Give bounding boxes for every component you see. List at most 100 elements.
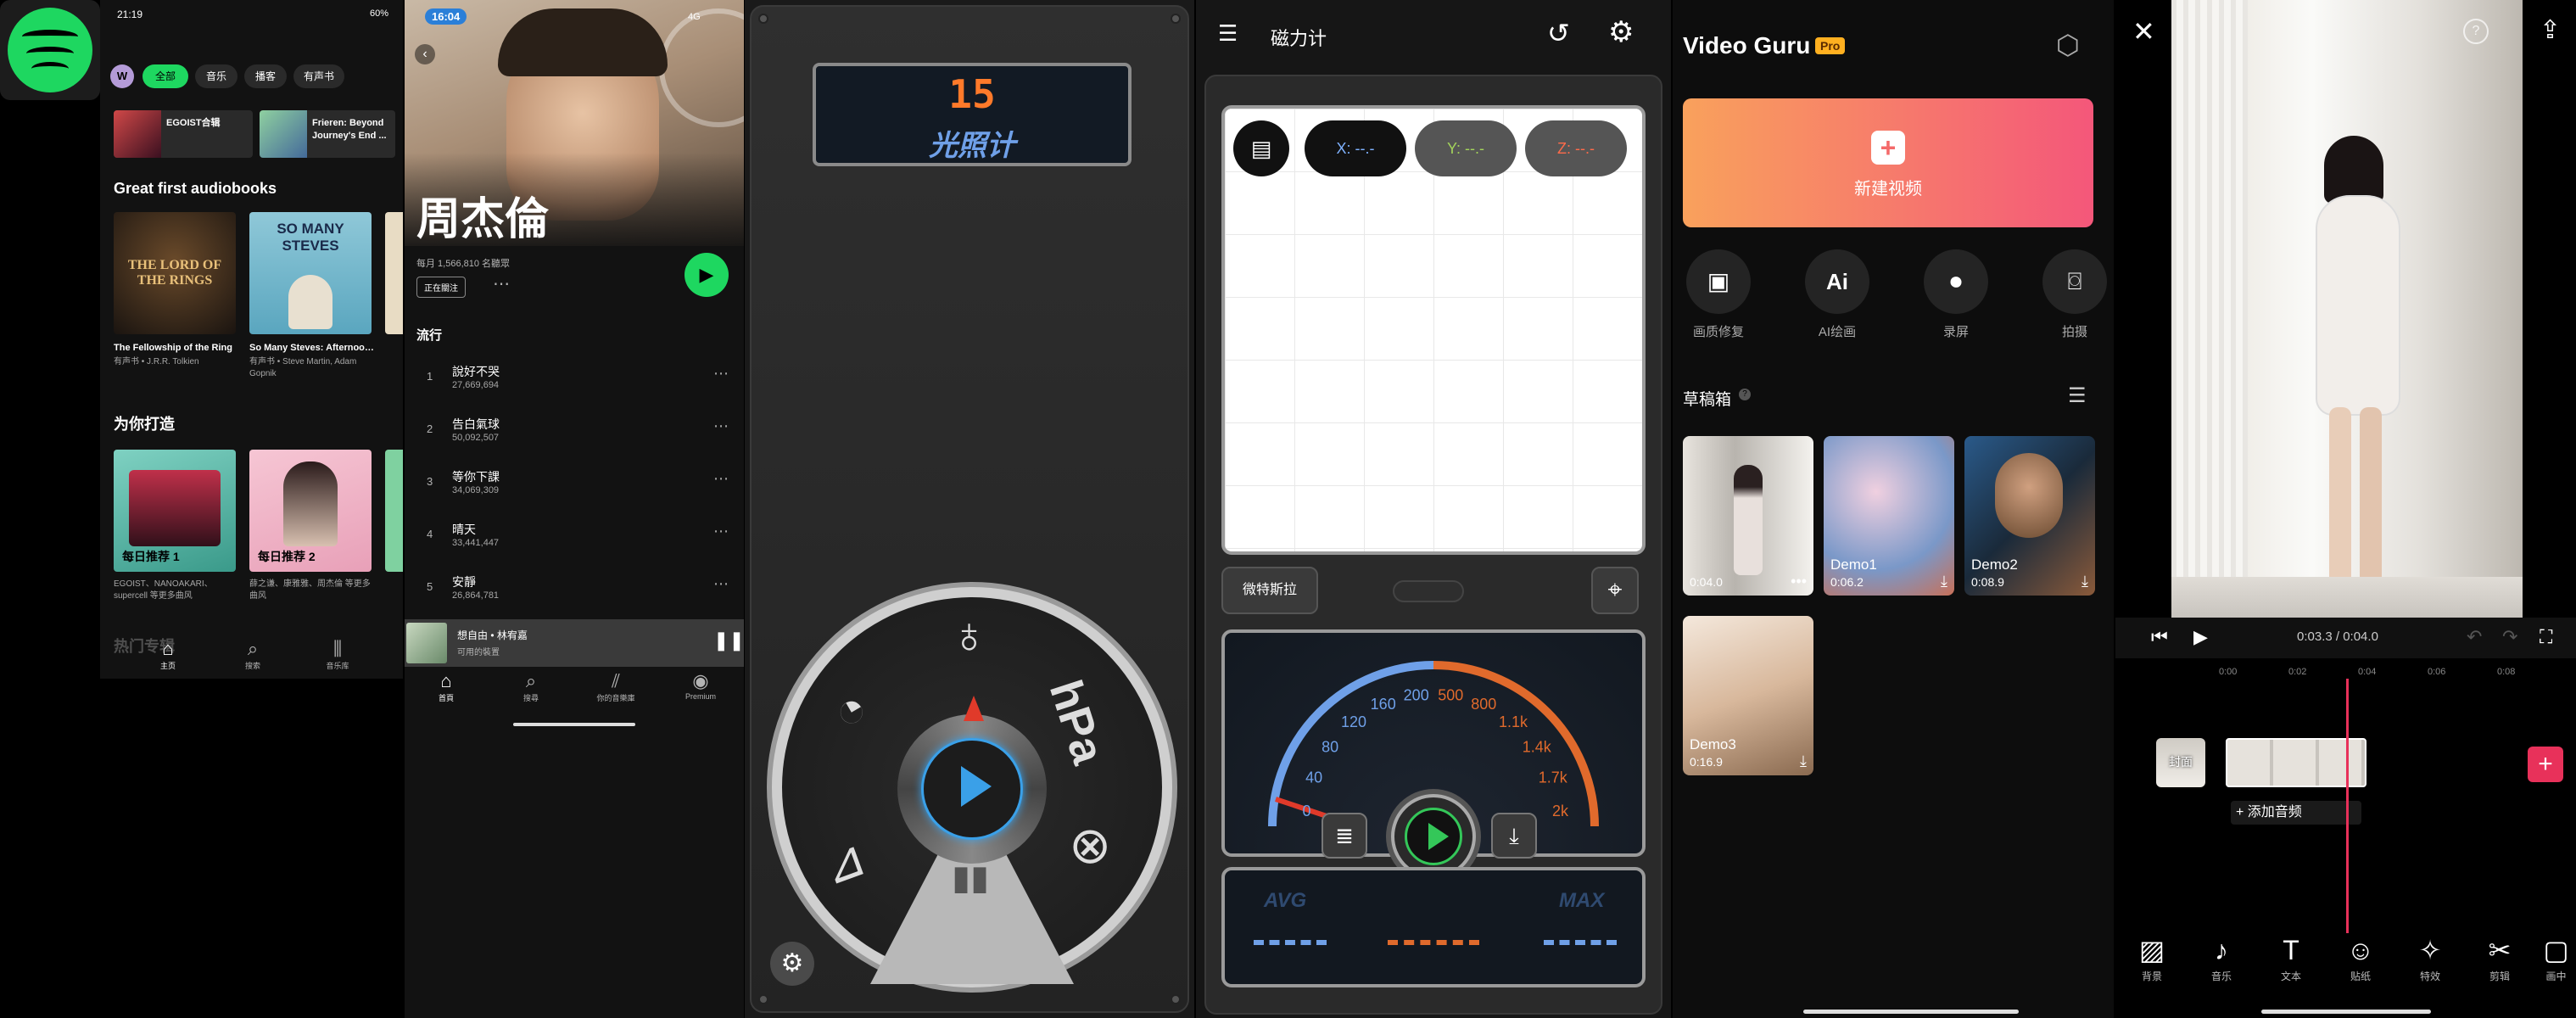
cover-thumb[interactable]: 封面 xyxy=(2156,738,2205,787)
more-horizontal-icon[interactable]: ⋯ xyxy=(713,470,729,488)
nav-search[interactable]: ⌕ 搜尋 xyxy=(501,670,561,703)
export-button[interactable]: ⇪ xyxy=(2540,15,2561,45)
track-row[interactable]: 2 告白氣球 50,092,507 ⋯ xyxy=(405,404,744,456)
draft-card[interactable]: Demo2 0:08.9 ⤓ xyxy=(1964,436,2095,596)
download-button[interactable]: ⤓ xyxy=(1491,813,1537,859)
play-button[interactable]: ▶ xyxy=(685,253,729,297)
nav-library[interactable]: ⫼ 音乐库 xyxy=(308,638,367,671)
tool-music[interactable]: ♪ 音乐 xyxy=(2192,933,2251,983)
video-preview[interactable] xyxy=(2171,0,2523,618)
redo-icon: ↷ xyxy=(2502,626,2518,647)
add-clip-button[interactable]: + xyxy=(2528,747,2563,782)
tool-camera[interactable]: ⌼ 拍摄 xyxy=(2041,249,2109,340)
track-row[interactable]: 4 晴天 33,441,447 ⋯ xyxy=(405,509,744,562)
tool-pip[interactable]: ▢ 画中 xyxy=(2536,933,2576,983)
tool-background[interactable]: ▨ 背景 xyxy=(2122,933,2182,983)
track-row[interactable]: 1 說好不哭 27,669,694 ⋯ xyxy=(405,351,744,404)
settings-button[interactable]: ⚙ xyxy=(770,942,814,986)
playback-bar: ⏮ ▶ 0:03.3 / 0:04.0 ↶ ↷ ⛶ xyxy=(2115,618,2576,658)
book-button[interactable]: ▤ xyxy=(1233,120,1289,176)
chip-all[interactable]: 全部 xyxy=(142,64,188,88)
compass-icon[interactable]: ⊗ xyxy=(1069,816,1111,875)
more-horizontal-icon[interactable]: ⋯ xyxy=(713,417,729,435)
help-button[interactable]: ? xyxy=(2463,19,2489,44)
nav-library[interactable]: ⫽ 你的音樂庫 xyxy=(586,670,645,703)
gauge-tick-label: 160 xyxy=(1371,696,1396,713)
follow-button[interactable]: 正在關注 xyxy=(416,277,466,298)
reset-button[interactable]: ↺ xyxy=(1547,17,1570,49)
now-playing-bar[interactable]: 想自由 • 林宥嘉 可用的裝置 ❚❚ xyxy=(405,619,744,667)
dial-play-button[interactable] xyxy=(921,738,1023,840)
mix-card-partial[interactable] xyxy=(385,450,403,572)
avatar[interactable]: W xyxy=(110,64,134,88)
unit-button[interactable]: 微特斯拉 xyxy=(1221,567,1318,614)
spotify-app-icon[interactable] xyxy=(0,0,100,100)
nav-search[interactable]: ⌕ 搜索 xyxy=(223,638,282,671)
tool-enhance[interactable]: ▣ 画质修复 xyxy=(1685,249,1752,340)
draft-card[interactable]: 0:04.0 ••• xyxy=(1683,436,1813,596)
nav-home[interactable]: ⌂ 首頁 xyxy=(416,670,476,703)
close-button[interactable]: ✕ xyxy=(2132,15,2155,48)
chip-audiobooks[interactable]: 有声书 xyxy=(293,64,344,88)
calibrate-button[interactable]: ⌖ xyxy=(1591,567,1639,614)
draft-card[interactable]: Demo3 0:16.9 ⤓ xyxy=(1683,616,1813,775)
track-row[interactable]: 3 等你下課 34,069,309 ⋯ xyxy=(405,456,744,509)
download-icon[interactable]: ⤓ xyxy=(2081,573,2088,590)
tool-text[interactable]: T 文本 xyxy=(2261,933,2321,983)
close-icon: ✕ xyxy=(2132,16,2155,47)
tool-sticker[interactable]: ☺ 贴纸 xyxy=(2331,933,2390,983)
nav-premium[interactable]: ◉ Premium xyxy=(671,670,730,701)
axis-y-button[interactable]: Y: --.- xyxy=(1415,120,1517,176)
tool-cut[interactable]: ✂ 剪辑 xyxy=(2470,933,2529,983)
add-audio-button[interactable]: + 添加音频 xyxy=(2231,801,2361,825)
section-title: 为你打造 xyxy=(114,416,175,433)
tool-record[interactable]: ⏺ 录屏 xyxy=(1922,249,1990,340)
chip-podcast[interactable]: 播客 xyxy=(244,64,287,88)
more-options-button[interactable]: ⋯ xyxy=(493,273,510,294)
skip-back-icon: ⏮ xyxy=(2151,626,2168,647)
shortcut-frieren[interactable]: Frieren: Beyond Journey's End ... xyxy=(260,110,395,158)
more-horizontal-icon[interactable]: ••• xyxy=(1791,573,1807,590)
list-button[interactable]: ≣ xyxy=(1322,813,1367,859)
mode-dial[interactable]: ▮▮ ♁ hPa ◔ ⊗ ⊿ xyxy=(767,582,1177,993)
menu-button[interactable]: ☰ xyxy=(1218,20,1238,47)
playhead[interactable] xyxy=(2346,679,2349,933)
more-horizontal-icon[interactable]: ⋯ xyxy=(713,575,729,593)
undo-button[interactable]: ↶ xyxy=(2467,626,2482,648)
lightbulb-gauge-icon[interactable]: ♁ xyxy=(950,606,988,664)
mix-cover: 每日推荐 2 xyxy=(249,450,372,572)
back-button[interactable]: ‹ xyxy=(415,44,435,64)
help-icon[interactable]: ? xyxy=(1739,389,1751,400)
tool-effects[interactable]: ✧ 特效 xyxy=(2400,933,2460,983)
pause-button[interactable]: ❚❚ xyxy=(713,629,744,652)
tool-ai-paint[interactable]: Ai AI绘画 xyxy=(1803,249,1871,340)
settings-button[interactable]: ⚙ xyxy=(1608,15,1634,49)
list-view-button[interactable]: ☰ xyxy=(2068,383,2087,408)
axis-z-button[interactable]: Z: --.- xyxy=(1525,120,1627,176)
shortcut-label: EGOIST合辑 xyxy=(166,118,221,128)
fullscreen-button[interactable]: ⛶ xyxy=(2540,626,2552,648)
redo-button[interactable]: ↷ xyxy=(2502,626,2517,648)
new-video-button[interactable]: + 新建视频 xyxy=(1683,98,2093,227)
skip-start-button[interactable]: ⏮ xyxy=(2151,626,2168,648)
shortcut-egoist[interactable]: EGOIST合辑 xyxy=(114,110,253,158)
download-icon[interactable]: ⤓ xyxy=(1941,573,1947,590)
nav-home[interactable]: ⌂ 主页 xyxy=(138,638,198,671)
more-horizontal-icon[interactable]: ⋯ xyxy=(713,365,729,383)
chip-music[interactable]: 音乐 xyxy=(195,64,237,88)
gauge-tick-label: 1.1k xyxy=(1499,713,1528,730)
audiobook-title: So Many Steves: Afternoon... xyxy=(249,343,377,353)
toggle-pill[interactable] xyxy=(1393,580,1464,602)
track-row[interactable]: 5 安靜 26,864,781 ⋯ xyxy=(405,562,744,614)
settings-button[interactable]: ⬡ xyxy=(2056,29,2080,61)
play-button[interactable]: ▶ xyxy=(2193,626,2208,648)
audiobook-card-partial[interactable] xyxy=(385,212,403,334)
download-icon[interactable]: ⤓ xyxy=(1800,752,1807,770)
axis-x-button[interactable]: X: --.- xyxy=(1305,120,1406,176)
ruler-tick: 0:06 xyxy=(2428,667,2446,677)
more-horizontal-icon[interactable]: ⋯ xyxy=(713,523,729,540)
pro-badge[interactable]: Pro xyxy=(1815,37,1846,54)
gauge-play-button[interactable] xyxy=(1391,794,1476,879)
plus-icon: + xyxy=(2538,750,2553,778)
draft-card[interactable]: Demo1 0:06.2 ⤓ xyxy=(1824,436,1954,596)
